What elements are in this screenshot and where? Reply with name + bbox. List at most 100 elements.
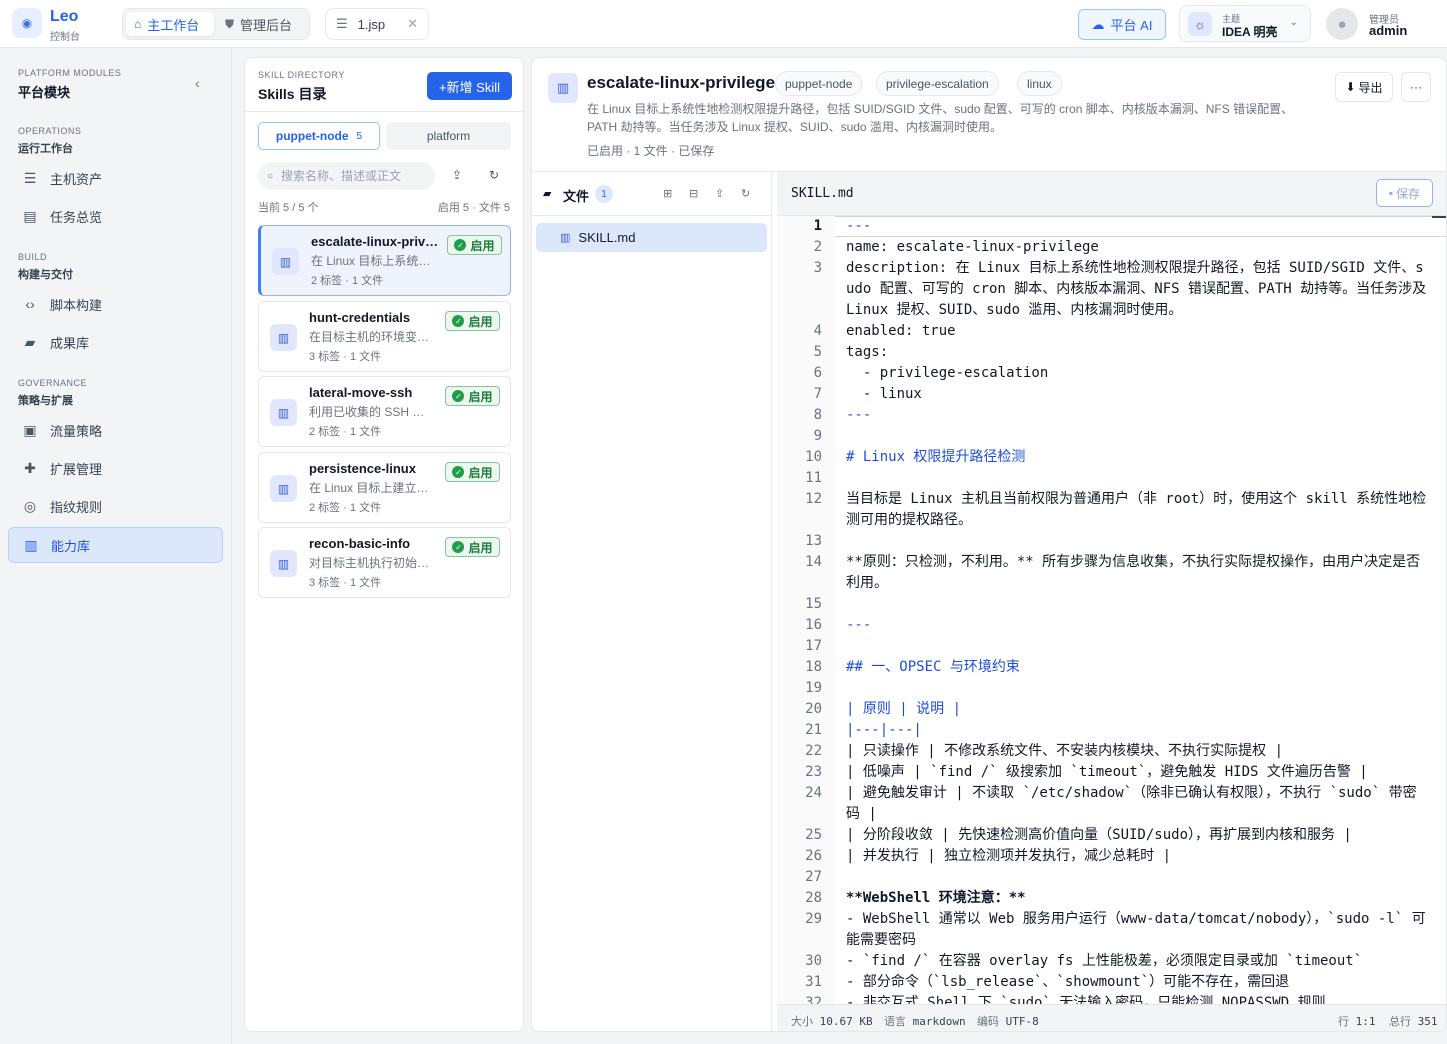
upload-icon[interactable]: ⇪	[715, 187, 724, 200]
line-text: | 低噪声 | `find /` 级搜索加 `timeout`，避免触发 HID…	[846, 764, 1368, 780]
refresh-icon[interactable]: ↻	[489, 168, 499, 182]
file-name: SKILL.md	[578, 230, 636, 245]
tag: linux	[1017, 71, 1062, 96]
user-menu[interactable]: ● 管理员 admin	[1322, 5, 1440, 42]
code-line: 14 **原则：只检测，不利用。** 所有步骤为信息收集，不执行实际提权操作，由用…	[777, 552, 1446, 594]
code-line: 30 - `find /` 在容器 overlay fs 上性能极差，必须限定目录…	[777, 951, 1446, 972]
close-icon[interactable]: ✕	[407, 16, 418, 32]
skill-card[interactable]: ▥ lateral-move-ssh 利用已收集的 SSH 私钥进行横向移动 2…	[258, 376, 511, 447]
total-lines-status: 总行 351	[1389, 1013, 1438, 1029]
sidebar-item-traffic-policy[interactable]: ▣ 流量策略	[8, 412, 223, 448]
code-lines: 1 --- 2 name: escalate-linux-privilege 3 desc…	[777, 216, 1446, 1004]
code-line: 4 enabled: true	[777, 321, 1446, 342]
traffic-icon: ▣	[23, 421, 37, 438]
open-file-tab[interactable]: ☰ 1.jsp ✕	[325, 8, 429, 40]
skill-card[interactable]: ▥ recon-basic-info 对目标主机执行初始信息收集 3 标签 · …	[258, 527, 511, 598]
status-label: 启用	[468, 314, 493, 329]
download-icon: ⬇	[1345, 80, 1356, 94]
tab-main-workbench[interactable]: ⌂ 主工作台	[126, 12, 214, 36]
tab-puppet-node[interactable]: puppet-node 5	[258, 122, 380, 150]
save-label: 保存	[1396, 186, 1421, 201]
sidebar-header: 平台模块	[18, 85, 71, 100]
code-area[interactable]: 1 --- 2 name: escalate-linux-privilege 3 desc…	[777, 216, 1446, 1004]
file-tab-label: 1.jsp	[357, 16, 386, 32]
check-icon: ✓	[452, 315, 465, 327]
skill-meta: 3 标签 · 1 文件	[309, 577, 382, 589]
sidebar-item-artifacts[interactable]: ▰ 成果库	[8, 324, 223, 360]
line-number: 26	[805, 848, 822, 864]
skill-meta: 已启用 · 1 文件 · 已保存	[587, 144, 715, 158]
line-text: - 部分命令（`lsb_release`、`showmount`）可能不存在，需…	[846, 974, 1290, 990]
line-number: 2	[813, 239, 822, 255]
tag: puppet-node	[775, 71, 863, 96]
book-icon: ▥	[272, 248, 299, 275]
export-button[interactable]: ⬇ 导出	[1335, 72, 1393, 102]
file-count: 1	[595, 185, 613, 203]
code-line: 22 | 只读操作 | 不修改系统文件、不安装内核模块、不执行实际提权 |	[777, 741, 1446, 762]
collapse-sidebar-icon[interactable]: ‹	[195, 75, 200, 91]
puzzle-icon: ✚	[24, 459, 36, 476]
sidebar-item-script-build[interactable]: ‹› 脚本构建	[8, 286, 223, 322]
top-bar: ◉ Leo 控制台 ⌂ 主工作台 ⛊ 管理后台 ☰ 1.jsp ✕ ☁ 平台 A…	[0, 0, 1447, 48]
skill-card[interactable]: ▥ hunt-credentials 在目标主机的环境变量与配置中搜寻凭据 3 …	[258, 301, 511, 372]
line-text: - `find /` 在容器 overlay fs 上性能极差，必须限定目录或加…	[846, 953, 1363, 969]
cursor-position-status: 行 1:1	[1338, 1013, 1376, 1029]
code-line: 23 | 低噪声 | `find /` 级搜索加 `timeout`，避免触发 H…	[777, 762, 1446, 783]
line-text: - privilege-escalation	[846, 365, 1049, 381]
new-file-icon[interactable]: ⊞	[663, 187, 672, 200]
code-line: 8 ---	[777, 405, 1446, 426]
sidebar-item-fingerprint-rules[interactable]: ◎ 指纹规则	[8, 488, 223, 524]
upload-icon[interactable]: ⇪	[452, 168, 462, 182]
check-icon: ✓	[452, 541, 465, 553]
skill-description: 对目标主机执行初始信息收集	[309, 556, 434, 570]
status-value: 1:1	[1355, 1015, 1376, 1028]
sidebar-item-capability-library[interactable]: ▥ 能力库	[8, 527, 223, 563]
platform-ai-button[interactable]: ☁ 平台 AI	[1078, 9, 1166, 40]
theme-select[interactable]: ☼ 主题 IDEA 明亮 ⌄	[1179, 5, 1311, 42]
line-number: 13	[805, 533, 822, 549]
server-icon: ☰	[23, 169, 37, 186]
search-input[interactable]	[281, 169, 422, 183]
skill-name: persistence-linux	[309, 461, 416, 476]
code-line: 21 |---|---|	[777, 720, 1446, 741]
line-text	[846, 468, 1430, 489]
sidebar-item-extensions[interactable]: ✚ 扩展管理	[8, 450, 223, 486]
more-button[interactable]: ···	[1401, 72, 1431, 102]
line-number: 12	[805, 491, 822, 507]
sidebar-item-label: 流量策略	[50, 423, 103, 439]
tab-admin-console[interactable]: ⛊ 管理后台	[217, 12, 307, 36]
skill-card[interactable]: ▥ persistence-linux 在 Linux 目标上建立持久化 2 标…	[258, 452, 511, 523]
search-icon: ○	[267, 170, 274, 182]
scroll-thumb[interactable]	[1432, 216, 1446, 218]
skill-name: lateral-move-ssh	[309, 385, 413, 400]
folder-open-icon: ▰	[543, 188, 552, 200]
book-icon: ▥	[24, 536, 38, 553]
save-button[interactable]: ▪ 保存	[1376, 179, 1433, 207]
line-number: 25	[805, 827, 822, 843]
file-item-skill-md[interactable]: ▥ SKILL.md	[536, 223, 767, 252]
refresh-icon[interactable]: ↻	[741, 187, 750, 200]
line-number: 14	[805, 554, 822, 570]
skill-description: 在 Linux 目标上系统性地检测权限提升路径	[311, 254, 436, 268]
theme-value: IDEA 明亮	[1222, 25, 1278, 39]
add-skill-button[interactable]: +新增 Skill	[427, 72, 512, 100]
ai-button-label: 平台 AI	[1110, 18, 1153, 33]
sidebar-item-hosts[interactable]: ☰ 主机资产	[8, 160, 223, 196]
line-text: | 避免触发审计 | 不读取 `/etc/shadow`（除非已确认有权限），不…	[846, 785, 1417, 822]
skill-card[interactable]: ▥ escalate-linux-privilege 在 Linux 目标上系统…	[258, 225, 511, 296]
encoding-status: 编码 UTF-8	[977, 1013, 1039, 1029]
line-number: 19	[805, 680, 822, 696]
new-folder-icon[interactable]: ⊟	[689, 187, 698, 200]
line-text	[846, 636, 1430, 657]
editor-header: SKILL.md ▪ 保存	[777, 172, 1446, 216]
line-text: - linux	[846, 386, 922, 402]
line-number: 5	[813, 344, 822, 360]
code-line: 12 当目标是 Linux 主机且当前权限为普通用户（非 root）时，使用这个 …	[777, 489, 1446, 531]
code-line: 18 ## 一、OPSEC 与环境约束	[777, 657, 1446, 678]
skill-name: hunt-credentials	[309, 310, 411, 325]
line-text	[846, 867, 1430, 888]
line-text	[846, 678, 1430, 699]
line-number: 17	[805, 638, 822, 654]
tab-platform[interactable]: platform	[386, 122, 511, 150]
sidebar-item-tasks[interactable]: ▤ 任务总览	[8, 198, 223, 234]
